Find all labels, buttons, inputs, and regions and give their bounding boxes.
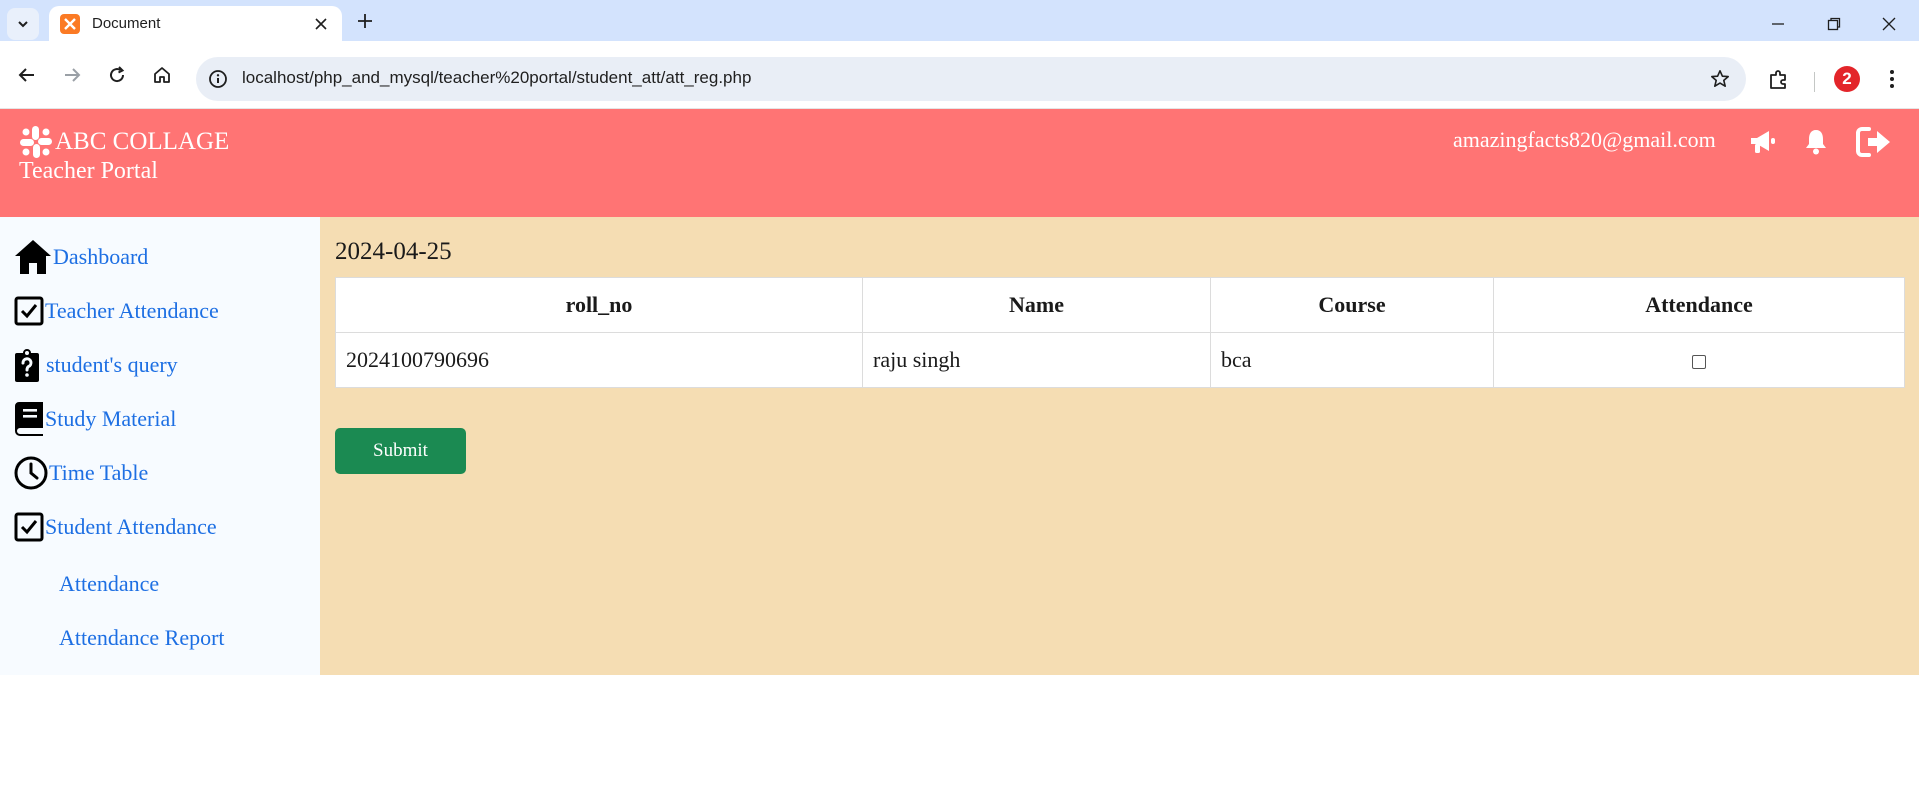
bell-icon [1806,130,1826,155]
chevron-down-icon [18,21,28,28]
megaphone-icon [1751,131,1775,153]
arrow-left-icon [18,68,34,82]
close-icon [315,18,327,30]
user-email: amazingfacts820@gmail.com [1453,127,1716,152]
sidebar-item-students-query[interactable]: student's query [14,345,178,385]
checkbox-icon [14,292,45,330]
plus-icon [358,14,372,28]
checkbox-icon [14,508,45,546]
restore-button[interactable] [1814,8,1854,40]
close-icon [1882,17,1896,31]
active-tab[interactable]: Document [49,6,342,41]
submit-button[interactable]: Submit [335,428,466,474]
sidebar-item-label: Dashboard [53,244,149,269]
sign-out-icon [1856,127,1890,157]
clipboard-question-icon [14,346,46,384]
column-header-attendance: Attendance [1493,277,1905,333]
logout-button[interactable] [1856,124,1892,160]
sidebar-item-time-table[interactable]: Time Table [14,453,148,493]
column-header-roll-no: roll_no [335,277,863,333]
notifications-button[interactable] [1805,124,1827,160]
address-bar[interactable]: localhost/php_and_mysql/teacher%20portal… [196,57,1746,101]
new-tab-button[interactable] [354,10,376,32]
sidebar: Dashboard Teacher Attendance student's q… [0,217,320,675]
sidebar-item-label: Student Attendance [45,514,217,539]
brand-subtitle: Teacher Portal [19,158,158,184]
more-vert-icon [1890,70,1894,88]
main-content: 2024-04-25 roll_no Name Course Attendanc… [320,217,1919,675]
extensions-button[interactable] [1765,65,1793,93]
site-header: ABC COLLAGE Teacher Portal amazingfacts8… [0,109,1919,217]
table-row: 2024100790696 raju singh bca [335,332,1905,388]
toolbar-separator [1814,72,1815,92]
arrow-right-icon [65,68,81,82]
sidebar-item-label: Teacher Attendance [45,298,219,323]
home-icon [14,238,53,276]
restore-icon [1827,17,1841,31]
reload-icon [110,66,125,83]
column-header-course: Course [1210,277,1494,333]
brand: ABC COLLAGE [18,124,229,160]
home-outline-icon [154,67,170,83]
browser-toolbar: localhost/php_and_mysql/teacher%20portal… [0,41,1919,109]
tab-title: Document [92,15,161,32]
attendance-table: roll_no Name Course Attendance 202410079… [335,277,1905,388]
sidebar-item-label: Study Material [45,406,177,431]
sidebar-subitem-attendance-report[interactable]: Attendance Report [59,625,225,651]
home-button[interactable] [147,60,177,90]
reload-button[interactable] [102,60,132,90]
cell-name: raju singh [862,332,1211,388]
back-button[interactable] [12,60,42,90]
announcement-button[interactable] [1749,124,1777,160]
slack-logo-icon [20,126,52,158]
tab-close-button[interactable] [310,13,332,35]
minimize-icon [1772,23,1784,25]
sidebar-item-dashboard[interactable]: Dashboard [14,237,148,277]
cell-roll-no: 2024100790696 [335,332,863,388]
sidebar-item-student-attendance[interactable]: Student Attendance [14,507,217,547]
sidebar-item-label: Time Table [49,460,149,485]
bookmark-star-button[interactable] [1708,67,1732,91]
cell-course: bca [1210,332,1494,388]
cell-attendance [1493,332,1905,388]
column-header-name: Name [862,277,1211,333]
xampp-favicon-icon [60,13,80,34]
sidebar-subitem-attendance[interactable]: Attendance [59,571,159,597]
attendance-checkbox[interactable] [1692,354,1706,369]
table-header-row: roll_no Name Course Attendance [335,277,1905,333]
attendance-date: 2024-04-25 [335,238,452,265]
book-icon [14,400,45,438]
site-info-icon[interactable] [206,67,230,91]
tab-search-button[interactable] [7,8,39,40]
star-icon [1711,70,1729,87]
minimize-button[interactable] [1758,8,1798,40]
forward-button[interactable] [57,60,87,90]
brand-name: ABC COLLAGE [55,128,230,155]
sidebar-item-teacher-attendance[interactable]: Teacher Attendance [14,291,219,331]
puzzle-icon [1770,70,1786,89]
browser-tab-strip: Document [0,0,1919,41]
sidebar-item-label: student's query [46,352,178,377]
sidebar-item-study-material[interactable]: Study Material [14,399,176,439]
url-text: localhost/php_and_mysql/teacher%20portal… [242,68,752,87]
clock-icon [14,454,49,492]
window-close-button[interactable] [1869,8,1909,40]
profile-avatar[interactable]: 2 [1834,66,1860,92]
browser-menu-button[interactable] [1880,65,1904,93]
